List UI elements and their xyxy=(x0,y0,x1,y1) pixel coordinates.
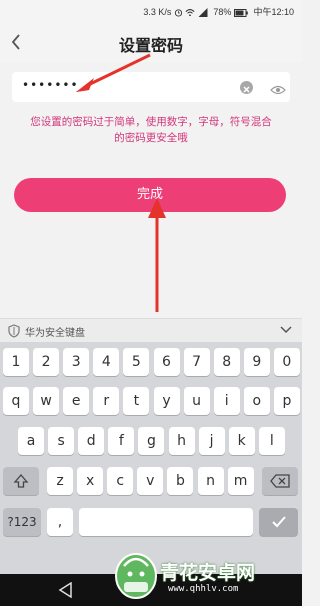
backspace-icon xyxy=(270,474,290,488)
key-n[interactable]: n xyxy=(197,467,224,495)
clock: 中午12:10 xyxy=(253,7,294,17)
key-l[interactable]: l xyxy=(258,427,285,455)
key-3[interactable]: 3 xyxy=(63,348,90,376)
key-y[interactable]: y xyxy=(153,387,180,415)
red-arrow-annotation-2 xyxy=(148,198,166,312)
key-g[interactable]: g xyxy=(138,427,165,455)
key-c[interactable]: c xyxy=(107,467,134,495)
key-z[interactable]: z xyxy=(47,467,73,495)
battery-level: 78% xyxy=(213,7,232,17)
key-4[interactable]: 4 xyxy=(93,348,120,376)
shift-key[interactable] xyxy=(3,467,39,495)
key-2[interactable]: 2 xyxy=(33,348,60,376)
key-q[interactable]: q xyxy=(3,387,29,415)
signal-icon xyxy=(198,8,208,18)
key-a[interactable]: a xyxy=(18,427,44,455)
key-k[interactable]: k xyxy=(228,427,255,455)
checkmark-icon xyxy=(271,516,286,528)
key-v[interactable]: v xyxy=(137,467,164,495)
chevron-down-icon[interactable] xyxy=(280,325,292,335)
key-j[interactable]: j xyxy=(198,427,225,455)
network-speed: 3.3 K/s xyxy=(143,7,172,17)
key-7[interactable]: 7 xyxy=(183,348,210,376)
delete-key[interactable] xyxy=(262,467,298,495)
password-hint: 您设置的密码过于简单，使用数字，字母，符号混合的密码更安全哦 xyxy=(30,116,272,144)
shift-icon xyxy=(13,474,29,488)
key-r[interactable]: r xyxy=(93,387,120,415)
alarm-icon xyxy=(174,9,182,17)
space-key[interactable] xyxy=(79,508,253,536)
key-t[interactable]: t xyxy=(123,387,150,415)
enter-key[interactable] xyxy=(259,508,298,536)
key-6[interactable]: 6 xyxy=(153,348,180,376)
close-icon xyxy=(243,86,250,93)
key-d[interactable]: d xyxy=(78,427,105,455)
key-0[interactable]: 0 xyxy=(273,348,300,376)
status-bar: 3.3 K/s 78% 中午12:10 xyxy=(0,0,302,22)
keyboard-name: 华为安全键盘 xyxy=(25,328,85,339)
keyboard-header: 华为安全键盘 xyxy=(0,318,302,342)
key-o[interactable]: o xyxy=(243,387,270,415)
eye-icon xyxy=(270,85,286,95)
key-e[interactable]: e xyxy=(63,387,90,415)
key-f[interactable]: f xyxy=(108,427,135,455)
keyboard: 1 2 3 4 5 6 7 8 9 0 q w e r t y u i o p a s d f g h j k l z x c v b n m ?123… xyxy=(0,342,302,574)
show-password-button[interactable] xyxy=(270,81,286,95)
key-b[interactable]: b xyxy=(167,467,194,495)
key-m[interactable]: m xyxy=(227,467,254,495)
shield-icon xyxy=(8,324,20,338)
wifi-icon xyxy=(185,9,195,17)
key-9[interactable]: 9 xyxy=(243,348,270,376)
key-p[interactable]: p xyxy=(273,387,300,415)
back-triangle-icon[interactable] xyxy=(58,582,74,598)
password-value: ••••••• xyxy=(22,78,79,92)
key-h[interactable]: h xyxy=(168,427,195,455)
key-s[interactable]: s xyxy=(48,427,75,455)
key-u[interactable]: u xyxy=(183,387,210,415)
red-arrow-annotation xyxy=(76,53,151,92)
watermark-text: 青花安卓网 xyxy=(160,562,256,584)
clear-button[interactable] xyxy=(240,81,253,94)
key-5[interactable]: 5 xyxy=(123,348,150,376)
battery-icon xyxy=(233,8,248,17)
watermark-url: www.qhhlv.com xyxy=(168,584,239,594)
key-i[interactable]: i xyxy=(213,387,240,415)
key-comma[interactable]: , xyxy=(47,508,73,536)
key-w[interactable]: w xyxy=(33,387,60,415)
mode-switch-key[interactable]: ?123 xyxy=(3,508,41,536)
key-x[interactable]: x xyxy=(77,467,104,495)
key-8[interactable]: 8 xyxy=(213,348,240,376)
key-1[interactable]: 1 xyxy=(3,348,29,376)
